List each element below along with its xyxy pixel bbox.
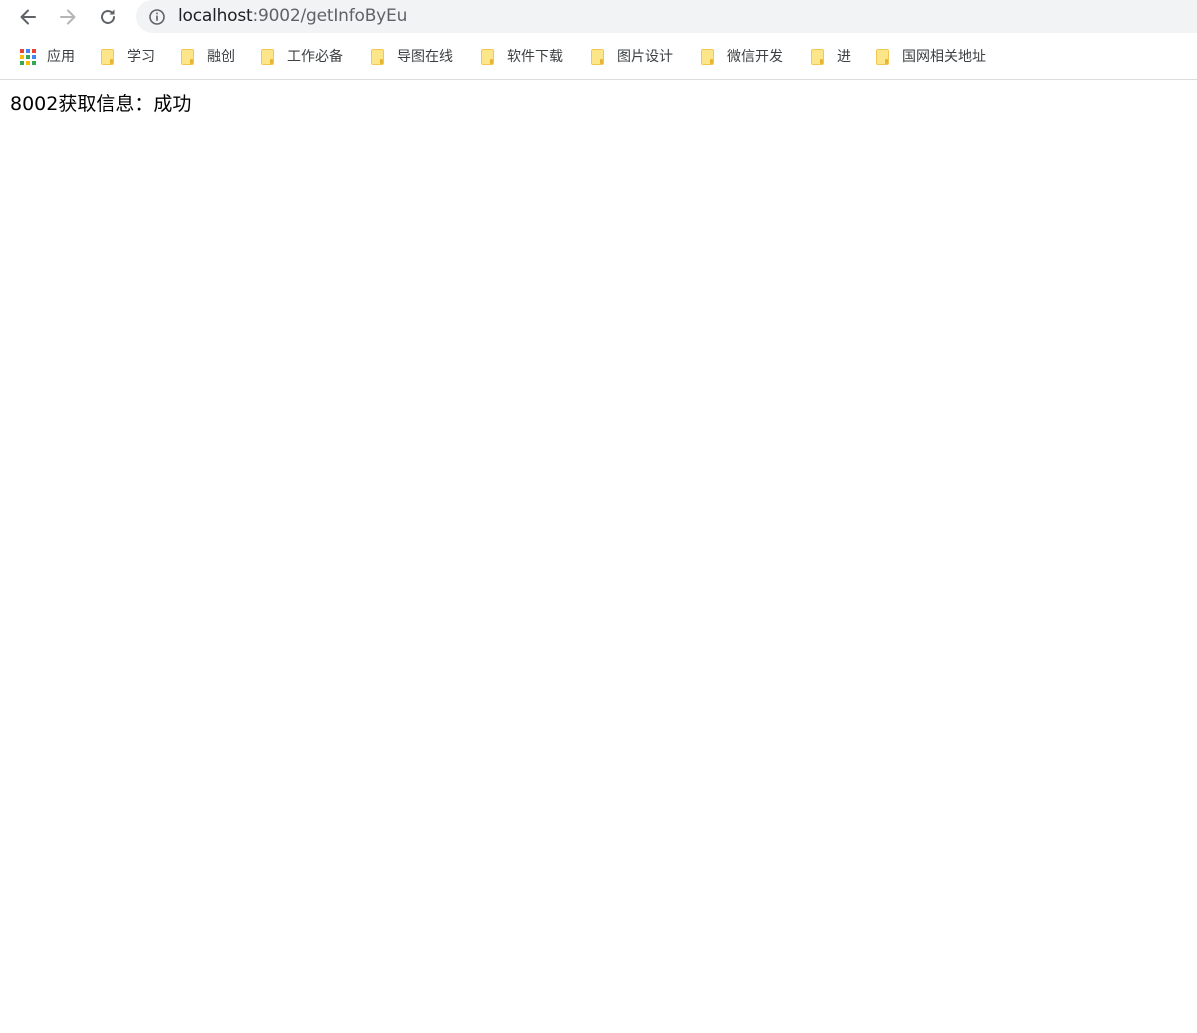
bookmark-label: 融创	[207, 49, 235, 65]
bookmark-label: 工作必备	[287, 49, 343, 65]
apps-grid-icon	[20, 49, 36, 65]
arrow-right-icon	[60, 9, 76, 25]
folder-icon	[260, 48, 276, 66]
folder-icon	[810, 48, 826, 66]
url-host: localhost	[178, 6, 253, 26]
folder-icon	[180, 48, 196, 66]
folder-icon	[590, 48, 606, 66]
reload-icon	[101, 9, 115, 24]
forward-button[interactable]	[54, 3, 82, 31]
url-path: :9002/getInfoByEu	[252, 6, 408, 26]
folder-icon	[875, 48, 891, 66]
bookmarks-bar: 应用 学习 融创 工作必备 导图在线 软件下载 图片设计 微信开发 进 国网相关…	[0, 34, 1197, 80]
browser-toolbar: localhost:9002/getInfoByEu	[0, 0, 1197, 34]
bookmark-label: 国网相关地址	[902, 49, 986, 65]
bookmark-label: 导图在线	[397, 49, 453, 65]
bookmark-folder-5[interactable]: 软件下载	[480, 46, 563, 68]
url-text[interactable]: localhost:9002/getInfoByEu	[178, 6, 407, 27]
page-body-text: 8002获取信息：成功	[10, 93, 192, 115]
info-circle-icon[interactable]	[148, 8, 166, 26]
bookmark-label: 图片设计	[617, 49, 673, 65]
back-button[interactable]	[14, 3, 42, 31]
folder-icon	[700, 48, 716, 66]
bookmark-folder-9[interactable]: 国网相关地址	[875, 46, 986, 68]
folder-icon	[100, 48, 116, 66]
bookmark-folder-6[interactable]: 图片设计	[590, 46, 673, 68]
bookmark-folder-4[interactable]: 导图在线	[370, 46, 453, 68]
reload-button[interactable]	[94, 3, 122, 31]
bookmark-label: 应用	[47, 49, 75, 65]
bookmark-folder-3[interactable]: 工作必备	[260, 46, 343, 68]
bookmark-folder-2[interactable]: 融创	[180, 46, 235, 68]
bookmark-label: 微信开发	[727, 49, 783, 65]
bookmark-label: 进	[837, 49, 851, 65]
bookmark-folder-8[interactable]: 进	[810, 46, 851, 68]
bookmark-label: 软件下载	[507, 49, 563, 65]
arrow-left-icon	[20, 9, 36, 25]
bookmark-label: 学习	[127, 49, 155, 65]
bookmark-folder-1[interactable]: 学习	[100, 46, 155, 68]
folder-icon	[480, 48, 496, 66]
bookmark-apps[interactable]: 应用	[20, 46, 75, 68]
address-bar[interactable]: localhost:9002/getInfoByEu	[136, 0, 1197, 33]
bookmark-folder-7[interactable]: 微信开发	[700, 46, 783, 68]
folder-icon	[370, 48, 386, 66]
